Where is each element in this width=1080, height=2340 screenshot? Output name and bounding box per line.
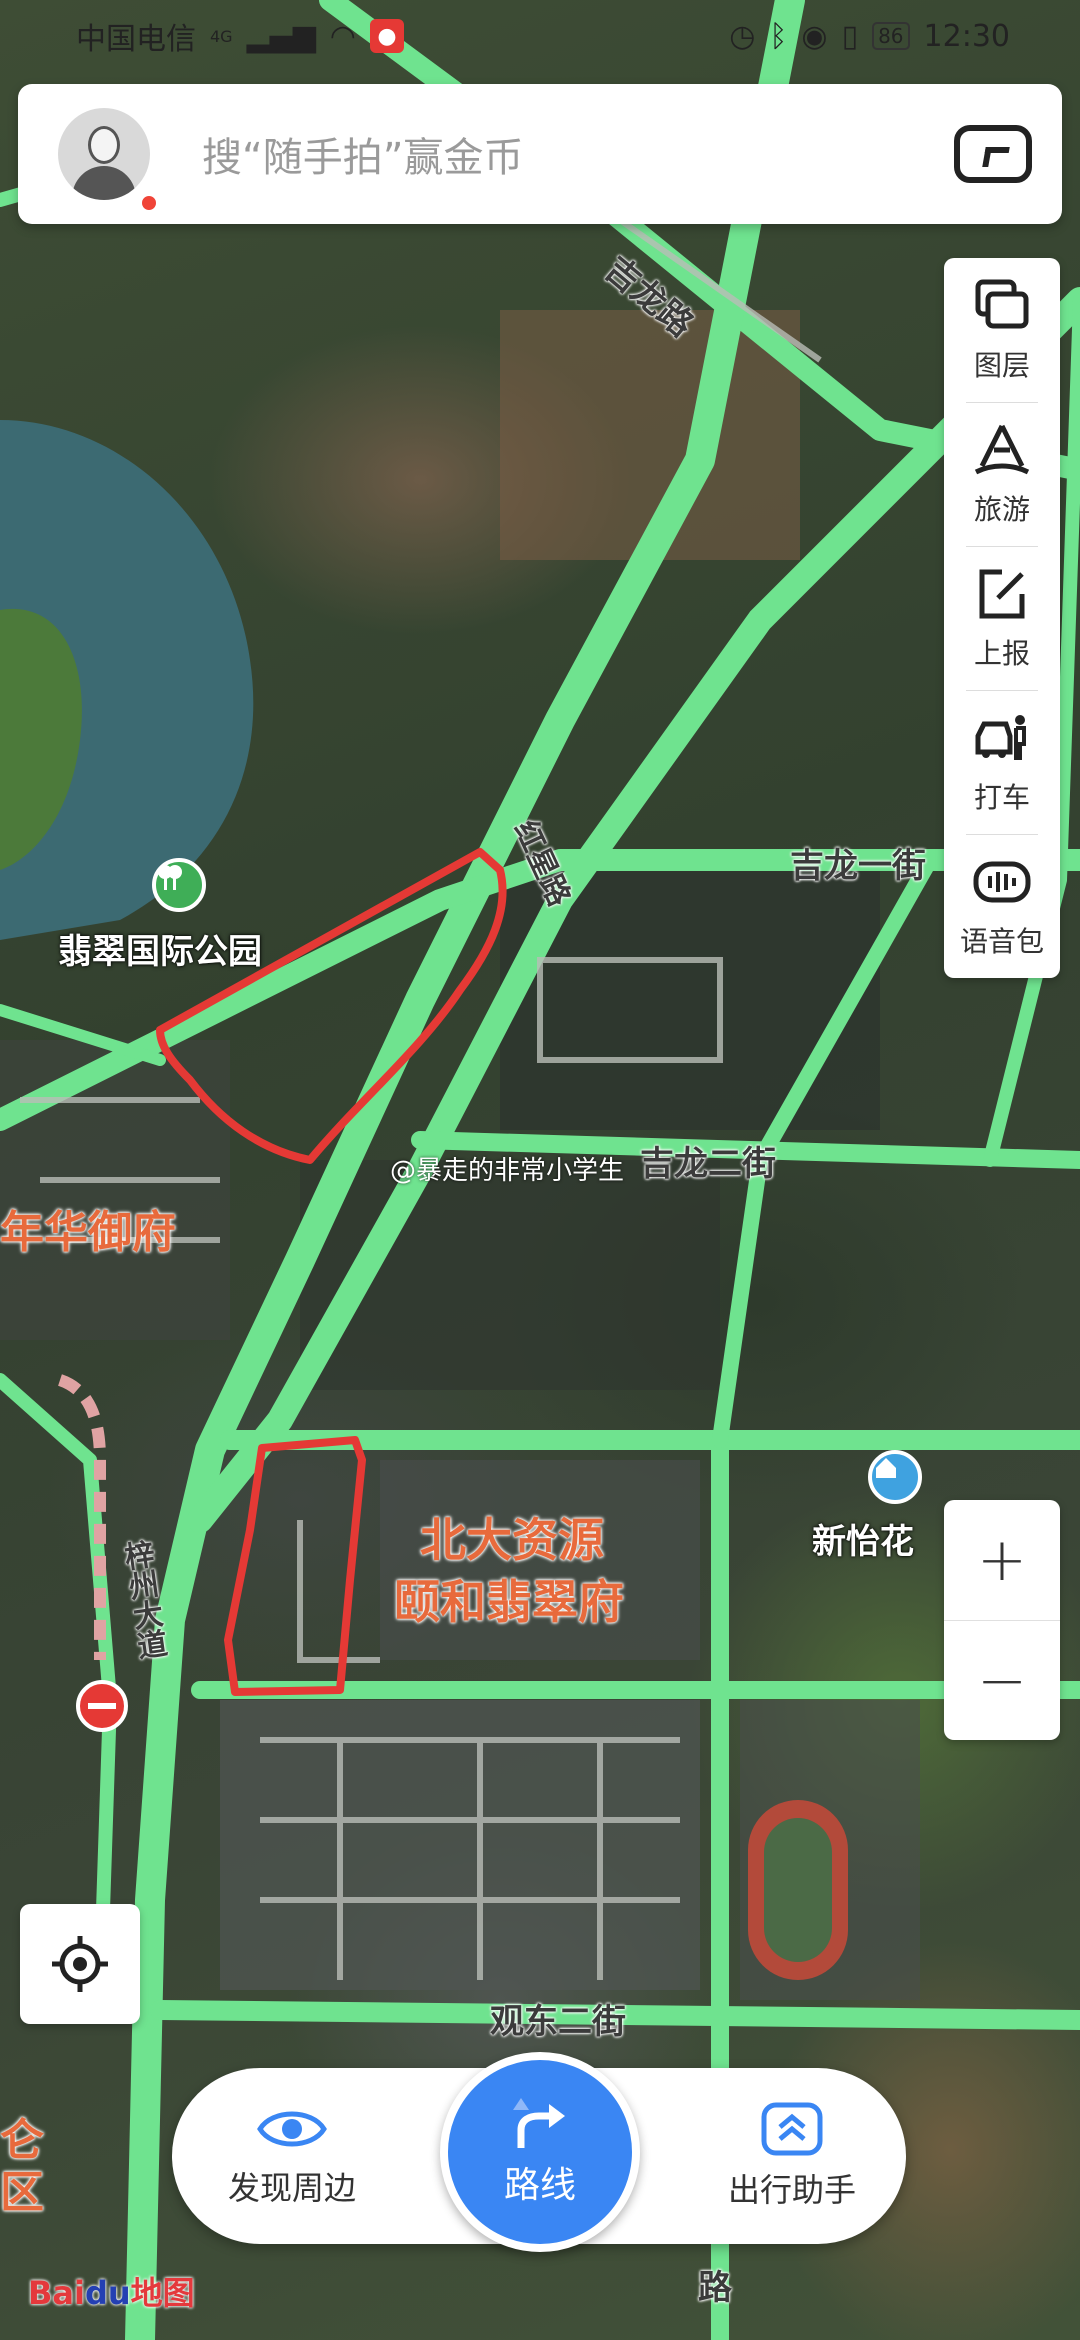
map-toolbar: 图层 旅游 上报 打车 语音包 xyxy=(944,258,1060,978)
baidu-map-logo: Baidu地图 xyxy=(28,2274,195,2312)
taxi-icon xyxy=(975,715,1026,760)
zoom-in-button[interactable]: + xyxy=(944,1500,1060,1620)
microphone-icon: ● xyxy=(369,19,404,53)
assistant-button[interactable]: 出行助手 xyxy=(672,2068,912,2244)
scan-icon[interactable] xyxy=(954,125,1032,183)
zoom-out-button[interactable]: − xyxy=(944,1620,1060,1740)
road-label-guandong-2nd: 观东二街 xyxy=(490,2002,626,2042)
tool-label: 图层 xyxy=(973,349,1030,382)
place-label-estate-main-2[interactable]: 颐和翡翠府 xyxy=(394,1566,624,1632)
tool-layers[interactable]: 图层 xyxy=(944,258,1060,402)
tool-label: 旅游 xyxy=(973,493,1030,526)
report-icon xyxy=(979,569,1025,619)
wifi-icon: ◠ xyxy=(329,18,356,54)
place-label-estate-main-1[interactable]: 北大资源 xyxy=(420,1504,604,1570)
assistant-label: 出行助手 xyxy=(727,2171,856,2209)
search-input[interactable]: 搜“随手拍”赢金币 xyxy=(202,125,954,183)
tool-label: 打车 xyxy=(973,781,1030,814)
locate-button[interactable] xyxy=(20,1904,140,2024)
discover-button[interactable]: 发现周边 xyxy=(172,2068,412,2244)
tool-label: 上报 xyxy=(973,637,1030,670)
voice-pack-icon xyxy=(973,861,1031,903)
vibrate-icon: ▯ xyxy=(841,18,859,54)
zoom-control: + − xyxy=(944,1500,1060,1740)
satellite-map[interactable]: 吉龙路 红星路 吉龙一街 吉龙二街 梓州大道 观东二街 路 翡翠国际公园 年华御… xyxy=(0,0,1080,2340)
crosshair-icon xyxy=(52,1936,108,1992)
place-label-left-edge-2: 区 xyxy=(0,2167,44,2218)
alarm-icon: ◷ xyxy=(729,18,756,54)
assistant-icon xyxy=(761,2102,823,2156)
eye-icon xyxy=(257,2111,327,2147)
place-label-xinyi[interactable]: 新怡花 xyxy=(812,1514,914,1563)
notification-dot xyxy=(140,194,158,212)
search-bar[interactable]: 搜“随手拍”赢金币 xyxy=(18,84,1062,224)
road-label-bottom: 路 xyxy=(698,2268,732,2308)
tool-voice-pack[interactable]: 语音包 xyxy=(944,834,1060,978)
bluetooth-icon: ᛒ xyxy=(769,18,788,54)
layers-icon xyxy=(975,279,1029,329)
tool-travel[interactable]: 旅游 xyxy=(944,402,1060,546)
discover-label: 发现周边 xyxy=(227,2169,356,2207)
map-app: { "status_bar": { "carrier": "中国电信", "ne… xyxy=(0,0,1080,2340)
clock: 12:30 xyxy=(923,18,1010,54)
residence-poi-icon[interactable] xyxy=(868,1450,922,1504)
network-label: 4G xyxy=(210,26,233,46)
location-icon: ◉ xyxy=(801,18,828,54)
watermark: @暴走的非常小学生 xyxy=(390,1156,625,1186)
status-bar: 中国电信 4G ▂▄▆ ◠ ● ◷ ᛒ ◉ ▯ 86 12:30 xyxy=(0,0,1080,72)
tool-taxi[interactable]: 打车 xyxy=(944,690,1060,834)
park-poi-icon[interactable] xyxy=(152,858,206,912)
road-label-jilong-1st: 吉龙一街 xyxy=(790,846,926,886)
signal-icon: ▂▄▆ xyxy=(246,18,316,54)
carrier-label: 中国电信 xyxy=(76,22,196,57)
no-entry-icon xyxy=(76,1680,128,1732)
route-arrow-icon xyxy=(513,2098,565,2148)
route-label: 路线 xyxy=(503,2165,576,2206)
route-button[interactable]: 路线 xyxy=(440,2052,640,2252)
avatar[interactable] xyxy=(58,108,150,200)
travel-icon xyxy=(974,424,1030,475)
place-label-estate-left[interactable]: 年华御府 xyxy=(0,1196,176,1260)
place-label-park[interactable]: 翡翠国际公园 xyxy=(58,924,262,973)
road-label-jilong-2nd: 吉龙二街 xyxy=(640,1144,776,1184)
battery-icon: 86 xyxy=(872,22,910,50)
tool-label: 语音包 xyxy=(959,925,1044,958)
tool-report[interactable]: 上报 xyxy=(944,546,1060,690)
